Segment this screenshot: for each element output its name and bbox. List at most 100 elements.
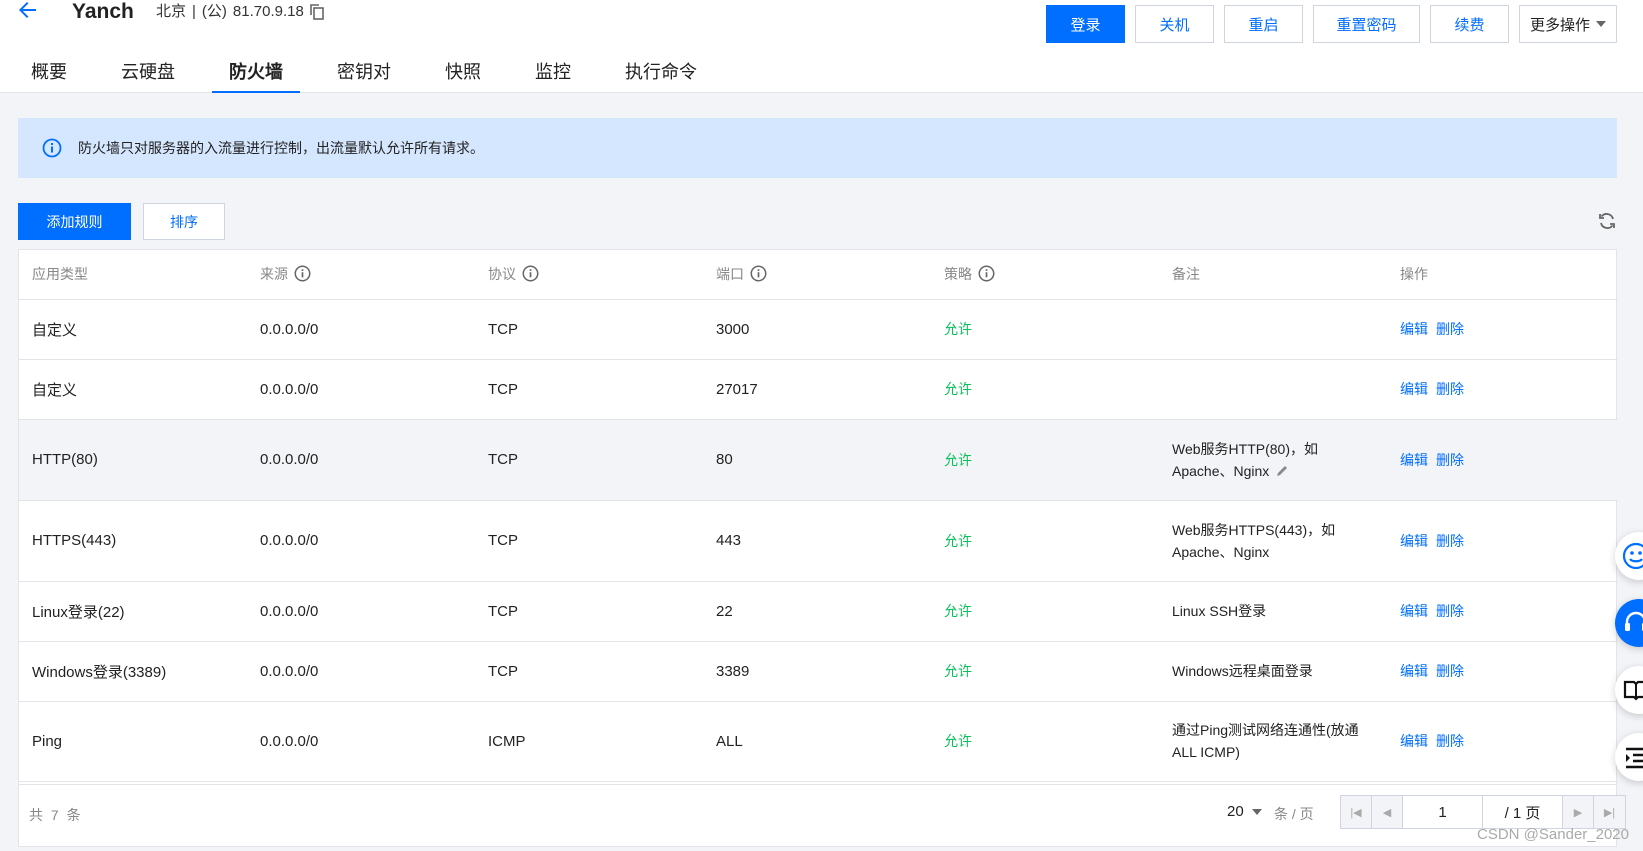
cell-policy: 允许 bbox=[931, 359, 1159, 420]
region-label: 北京 bbox=[156, 3, 187, 20]
cell-policy: 允许 bbox=[931, 419, 1159, 501]
cell-policy: 允许 bbox=[931, 641, 1159, 702]
cell-remark bbox=[1159, 359, 1387, 420]
next-page-icon[interactable]: ▶ bbox=[1563, 796, 1594, 828]
delete-link[interactable]: 删除 bbox=[1436, 321, 1464, 337]
table-row: Windows登录(3389) 0.0.0.0/0 TCP 3389 允许 Wi… bbox=[19, 641, 1618, 702]
total-count: 共 7 条 bbox=[29, 807, 83, 823]
cell-policy: 允许 bbox=[931, 701, 1159, 782]
tab-cloud-disk[interactable]: 云硬盘 bbox=[104, 58, 192, 93]
cell-remark: 通过Ping测试网络连通性(放通 ALL ICMP) bbox=[1159, 701, 1387, 782]
cell-port: 22 bbox=[703, 581, 931, 642]
smiley-feedback-icon[interactable] bbox=[1615, 532, 1643, 580]
more-actions-dropdown[interactable]: 更多操作 bbox=[1519, 5, 1617, 43]
book-docs-icon[interactable] bbox=[1615, 666, 1643, 714]
edit-link[interactable]: 编辑 bbox=[1400, 533, 1428, 549]
delete-link[interactable]: 删除 bbox=[1436, 452, 1464, 468]
tab-firewall[interactable]: 防火墙 bbox=[212, 58, 300, 93]
edit-link[interactable]: 编辑 bbox=[1400, 452, 1428, 468]
chevron-down-icon bbox=[1251, 808, 1262, 815]
edit-link[interactable]: 编辑 bbox=[1400, 603, 1428, 619]
more-actions-label: 更多操作 bbox=[1529, 16, 1590, 34]
shutdown-button[interactable]: 关机 bbox=[1135, 5, 1214, 43]
cell-source: 0.0.0.0/0 bbox=[247, 701, 475, 782]
chevron-down-icon bbox=[1596, 21, 1606, 27]
first-page-icon[interactable]: |◀ bbox=[1341, 796, 1372, 828]
delete-link[interactable]: 删除 bbox=[1436, 733, 1464, 749]
login-button[interactable]: 登录 bbox=[1046, 5, 1125, 43]
cell-source: 0.0.0.0/0 bbox=[247, 359, 475, 420]
column-header-protocol: 协议 bbox=[475, 250, 703, 300]
cell-operation: 编辑 删除 bbox=[1387, 500, 1618, 582]
delete-link[interactable]: 删除 bbox=[1436, 533, 1464, 549]
delete-link[interactable]: 删除 bbox=[1436, 603, 1464, 619]
refresh-icon[interactable] bbox=[1597, 211, 1617, 231]
cell-port: 3000 bbox=[703, 299, 931, 360]
page-size-select[interactable]: 20 bbox=[1227, 803, 1262, 820]
table-row: 自定义 0.0.0.0/0 TCP 3000 允许 编辑 删除 bbox=[19, 299, 1618, 360]
tab-overview[interactable]: 概要 bbox=[14, 58, 84, 93]
cell-remark bbox=[1159, 299, 1387, 360]
cell-policy: 允许 bbox=[931, 581, 1159, 642]
remark-line: 通过Ping测试网络连通性(放通 bbox=[1172, 722, 1359, 738]
info-icon[interactable] bbox=[522, 265, 539, 282]
tab-key-pair[interactable]: 密钥对 bbox=[320, 58, 408, 93]
column-header-operation: 操作 bbox=[1387, 250, 1618, 300]
edit-link[interactable]: 编辑 bbox=[1400, 733, 1428, 749]
restart-button[interactable]: 重启 bbox=[1224, 5, 1303, 43]
edit-link[interactable]: 编辑 bbox=[1400, 321, 1428, 337]
cell-port: ALL bbox=[703, 701, 931, 782]
cell-operation: 编辑 删除 bbox=[1387, 419, 1618, 501]
delete-link[interactable]: 删除 bbox=[1436, 663, 1464, 679]
edit-link[interactable]: 编辑 bbox=[1400, 381, 1428, 397]
cell-operation: 编辑 删除 bbox=[1387, 641, 1618, 702]
pencil-icon[interactable] bbox=[1275, 464, 1289, 478]
cell-app-type: HTTPS(443) bbox=[19, 500, 247, 582]
header-actions: 登录 关机 重启 重置密码 续费 更多操作 bbox=[1046, 5, 1617, 43]
cell-operation: 编辑 删除 bbox=[1387, 581, 1618, 642]
cell-operation: 编辑 删除 bbox=[1387, 299, 1618, 360]
renew-button[interactable]: 续费 bbox=[1430, 5, 1509, 43]
notice-text: 防火墙只对服务器的入流量进行控制，出流量默认允许所有请求。 bbox=[78, 140, 484, 156]
table-row: Ping 0.0.0.0/0 ICMP ALL 允许 通过Ping测试网络连通性… bbox=[19, 701, 1618, 782]
delete-link[interactable]: 删除 bbox=[1436, 381, 1464, 397]
copy-icon[interactable] bbox=[310, 4, 324, 20]
column-header-port: 端口 bbox=[703, 250, 931, 300]
tab-snapshot[interactable]: 快照 bbox=[428, 58, 498, 93]
cell-protocol: TCP bbox=[475, 500, 703, 582]
info-icon[interactable] bbox=[978, 265, 995, 282]
per-page-label: 条 / 页 bbox=[1274, 806, 1314, 822]
remark-line: Linux SSH登录 bbox=[1172, 603, 1267, 619]
column-header-source: 来源 bbox=[247, 250, 475, 300]
cell-port: 443 bbox=[703, 500, 931, 582]
table-row: HTTPS(443) 0.0.0.0/0 TCP 443 允许 Web服务HTT… bbox=[19, 500, 1618, 582]
edit-link[interactable]: 编辑 bbox=[1400, 663, 1428, 679]
column-header-policy: 策略 bbox=[931, 250, 1159, 300]
tab-bar: 概要 云硬盘 防火墙 密钥对 快照 监控 执行命令 bbox=[14, 58, 734, 93]
last-page-icon[interactable]: ▶| bbox=[1594, 796, 1625, 828]
outline-list-icon[interactable] bbox=[1615, 733, 1643, 781]
cell-source: 0.0.0.0/0 bbox=[247, 641, 475, 702]
info-icon[interactable] bbox=[750, 265, 767, 282]
table-row: HTTP(80) 0.0.0.0/0 TCP 80 允许 Web服务HTTP(8… bbox=[19, 419, 1618, 501]
cell-remark: Web服务HTTPS(443)，如 Apache、Nginx bbox=[1159, 500, 1387, 582]
reset-password-button[interactable]: 重置密码 bbox=[1313, 5, 1420, 43]
top-header: Yanch 北京 | (公) 81.70.9.18 登录 关机 重启 重置密码 … bbox=[0, 0, 1643, 93]
instance-name: Yanch bbox=[72, 0, 134, 23]
firewall-rules-table: 应用类型 来源 协议 端口 策略 备注 操作 自定义 0.0.0.0/0 TCP… bbox=[18, 249, 1626, 847]
back-arrow-icon[interactable] bbox=[16, 0, 40, 24]
sort-button[interactable]: 排序 bbox=[143, 203, 225, 240]
cell-remark: Web服务HTTP(80)，如 Apache、Nginx bbox=[1159, 419, 1387, 501]
remark-line: Web服务HTTP(80)，如 bbox=[1172, 440, 1318, 457]
tab-execute-command[interactable]: 执行命令 bbox=[608, 58, 714, 93]
table-row: Linux登录(22) 0.0.0.0/0 TCP 22 允许 Linux SS… bbox=[19, 581, 1618, 642]
cell-app-type: Windows登录(3389) bbox=[19, 641, 247, 702]
info-icon bbox=[42, 138, 62, 158]
headset-support-icon[interactable] bbox=[1615, 599, 1643, 647]
add-rule-button[interactable]: 添加规则 bbox=[18, 203, 131, 240]
page-number-input[interactable] bbox=[1403, 796, 1483, 828]
prev-page-icon[interactable]: ◀ bbox=[1372, 796, 1403, 828]
info-icon[interactable] bbox=[294, 265, 311, 282]
cell-policy: 允许 bbox=[931, 299, 1159, 360]
tab-monitor[interactable]: 监控 bbox=[518, 58, 588, 93]
